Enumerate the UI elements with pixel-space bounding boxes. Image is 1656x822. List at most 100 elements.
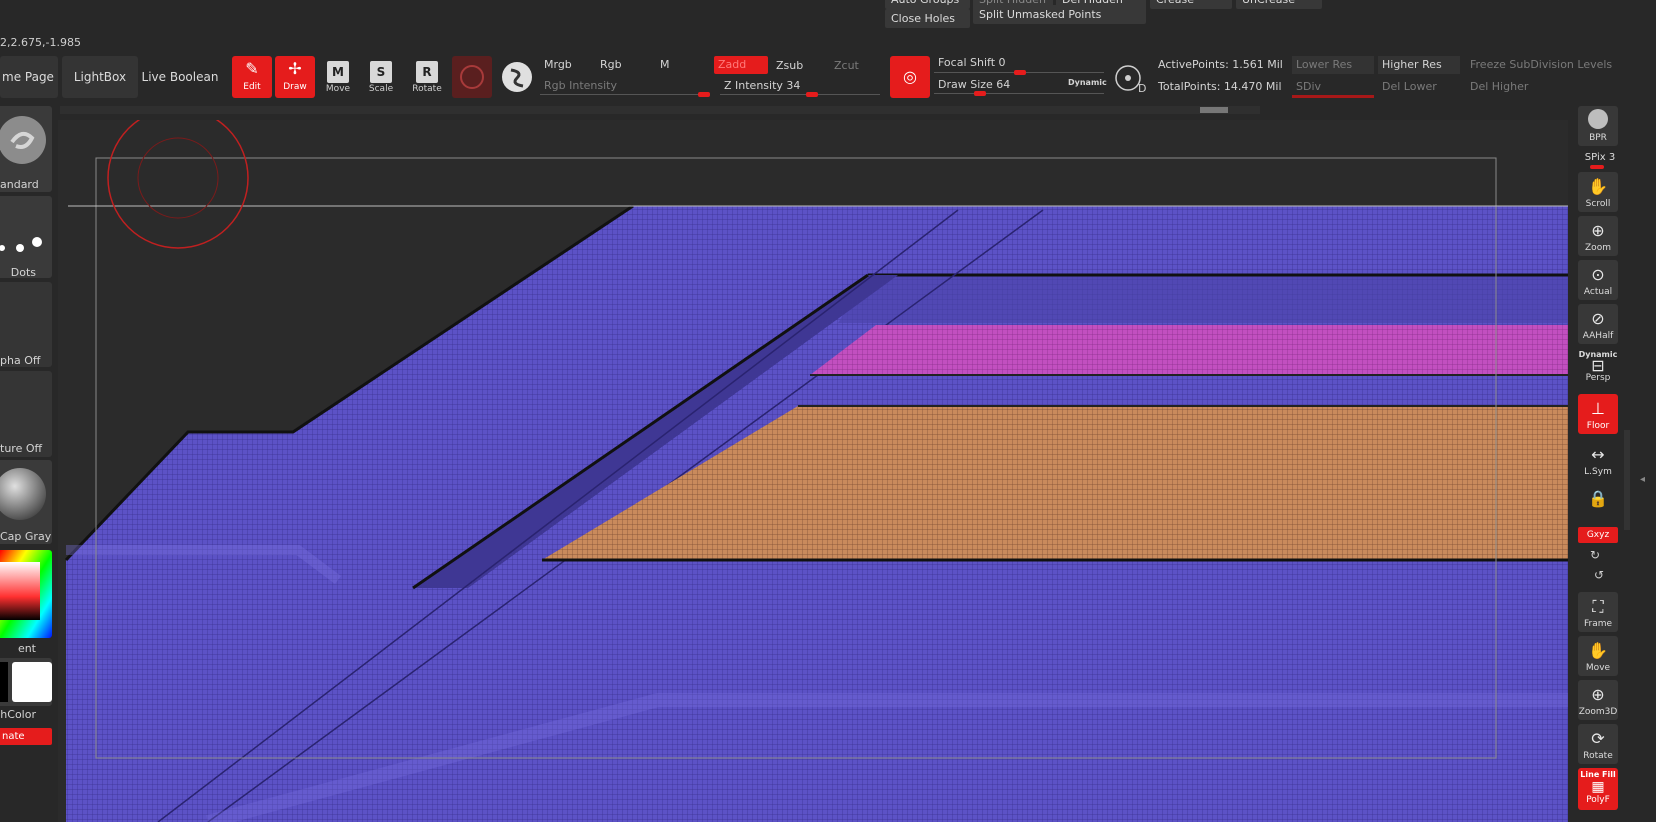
- draw-size-knob[interactable]: [974, 91, 986, 96]
- persp-icon: ⊟: [1591, 356, 1605, 375]
- scale-icon: S: [370, 61, 392, 83]
- z-intensity-track: [720, 94, 880, 95]
- zoom-button[interactable]: ⊕ Zoom: [1578, 216, 1618, 256]
- mrgb-toggle[interactable]: Mrgb: [540, 56, 596, 74]
- zsub-toggle[interactable]: Zsub: [772, 57, 828, 75]
- lightbox-button[interactable]: LightBox: [62, 56, 138, 98]
- freeze-subdiv-button[interactable]: Freeze SubDivision Levels: [1466, 56, 1616, 74]
- brush-preview-button[interactable]: [452, 56, 492, 98]
- zoom3d-button[interactable]: ⊕ Zoom3D: [1578, 680, 1618, 720]
- sphere-swirl-icon: [502, 62, 532, 92]
- sdiv-slider[interactable]: SDiv: [1292, 78, 1374, 96]
- move-button[interactable]: M Move: [318, 56, 358, 98]
- color-swatches[interactable]: [0, 658, 52, 706]
- persp-label: Persp: [1585, 373, 1611, 383]
- actual-button[interactable]: ⊙ Actual: [1578, 260, 1618, 300]
- zoom3d-label: Zoom3D: [1578, 707, 1618, 717]
- dynamic-toggle[interactable]: Dynamic: [1064, 74, 1107, 92]
- focal-shift-knob[interactable]: [1014, 70, 1026, 75]
- coordinates-readout: 2,2.675,-1.985: [0, 36, 81, 49]
- top-scrollbar[interactable]: [60, 106, 1260, 114]
- aahalf-button[interactable]: ⊘ AAHalf: [1578, 304, 1618, 344]
- line-fill-button[interactable]: Line Fill ▦ PolyF: [1578, 768, 1618, 810]
- z-intensity-slider[interactable]: Z Intensity 34: [720, 77, 870, 95]
- edit-button[interactable]: ✎ Edit: [232, 56, 272, 98]
- color-gradient-icon: [0, 550, 52, 638]
- move-hand-icon: ✋: [1588, 641, 1608, 660]
- z-intensity-knob[interactable]: [806, 92, 818, 97]
- scroll-button[interactable]: ✋ Scroll: [1578, 172, 1618, 212]
- m-toggle[interactable]: M: [656, 56, 712, 74]
- right-scroll-handle[interactable]: [1624, 430, 1630, 530]
- primary-color-swatch[interactable]: [0, 662, 8, 702]
- aahalf-label: AAHalf: [1582, 331, 1614, 341]
- auto-groups-button[interactable]: Auto Groups: [885, 0, 970, 9]
- move-view-button[interactable]: ✋ Move: [1578, 636, 1618, 676]
- lsym-button[interactable]: ↔ L.Sym: [1578, 440, 1618, 480]
- alpha-off-label: pha Off: [0, 354, 41, 367]
- line-fill-label: Line Fill: [1580, 770, 1616, 779]
- uncrease-button[interactable]: UnCrease: [1236, 0, 1322, 9]
- rotate-button[interactable]: R Rotate: [407, 56, 447, 98]
- live-boolean-button[interactable]: Live Boolean: [140, 56, 220, 98]
- zoom-label: Zoom: [1585, 243, 1611, 253]
- zoom3d-icon: ⊕: [1591, 685, 1605, 704]
- top-scrollbar-thumb[interactable]: [1200, 107, 1228, 113]
- draw-button[interactable]: ✢ Draw: [275, 56, 315, 98]
- rgb-intensity-knob[interactable]: [698, 92, 710, 97]
- move-icon: M: [327, 61, 349, 83]
- xyz-button[interactable]: Gxyz: [1578, 527, 1618, 543]
- rotate-view-icon: ⟳: [1591, 729, 1605, 748]
- del-lower-button[interactable]: Del Lower: [1378, 78, 1460, 96]
- scale-label: Scale: [368, 84, 394, 94]
- higher-res-button[interactable]: Higher Res: [1378, 56, 1460, 74]
- lock-button[interactable]: 🔒: [1578, 484, 1618, 520]
- mesh-viewport: [64, 120, 1568, 822]
- actual-label: Actual: [1583, 287, 1613, 297]
- rgb-intensity-slider[interactable]: Rgb Intensity: [540, 77, 710, 95]
- sculpt-mode-icon: ◎: [903, 67, 917, 86]
- lsym-icon: ↔: [1591, 445, 1605, 464]
- persp-button[interactable]: Dynamic ⊟ Persp: [1578, 348, 1618, 388]
- bpr-button[interactable]: BPR: [1578, 106, 1618, 146]
- rotate-view-label: Rotate: [1583, 751, 1613, 761]
- floor-button[interactable]: ⊥ Floor: [1578, 394, 1618, 434]
- lower-res-button[interactable]: Lower Res: [1292, 56, 1374, 74]
- hand-scroll-icon: ✋: [1588, 177, 1608, 196]
- viewport-canvas[interactable]: [58, 120, 1568, 822]
- del-higher-button[interactable]: Del Higher: [1466, 78, 1548, 96]
- material-sphere-button[interactable]: [497, 56, 537, 98]
- scale-button[interactable]: S Scale: [361, 56, 401, 98]
- rgb-intensity-track: [540, 94, 710, 95]
- draw-icon: ✢: [288, 59, 302, 78]
- focal-shift-slider[interactable]: Focal Shift 0: [934, 54, 1054, 72]
- crease-button[interactable]: Crease: [1150, 0, 1232, 9]
- alternate-button[interactable]: nate: [0, 728, 52, 745]
- frame-button[interactable]: ⛶ Frame: [1578, 592, 1618, 632]
- right-collapse-arrow[interactable]: ◂: [1640, 474, 1645, 485]
- dynamic-lightbox-button[interactable]: D: [1112, 60, 1150, 98]
- close-holes-button[interactable]: Close Holes: [885, 9, 970, 28]
- rotate-z-icon[interactable]: ↺: [1594, 568, 1604, 582]
- rotate-y-icon[interactable]: ↻: [1590, 548, 1600, 562]
- split-unmasked-button[interactable]: Split Unmasked Points: [973, 5, 1146, 24]
- sculpt-mode-button[interactable]: ◎: [890, 56, 930, 98]
- home-page-button[interactable]: me Page: [0, 56, 58, 98]
- texture-off-label: ture Off: [0, 442, 43, 455]
- rotate-icon: R: [416, 61, 438, 83]
- rotate-view-button[interactable]: ⟳ Rotate: [1578, 724, 1618, 764]
- draw-size-slider[interactable]: Draw Size 64: [934, 76, 1044, 94]
- aahalf-icon: ⊘: [1591, 309, 1605, 328]
- zadd-toggle[interactable]: Zadd: [714, 56, 768, 74]
- spix-slider[interactable]: SPix 3: [1580, 152, 1620, 163]
- color-picker[interactable]: [0, 550, 52, 638]
- mesh-band-upper: [838, 275, 1568, 323]
- rgb-toggle[interactable]: Rgb: [596, 56, 652, 74]
- actual-icon: ⊙: [1591, 265, 1605, 284]
- secondary-color-swatch[interactable]: [12, 662, 52, 702]
- active-points-readout: ActivePoints: 1.561 Mil: [1158, 58, 1283, 71]
- zoom-icon: ⊕: [1591, 221, 1605, 240]
- floor-icon: ⊥: [1591, 399, 1605, 418]
- zcut-toggle[interactable]: Zcut: [830, 57, 870, 75]
- spix-knob[interactable]: [1590, 165, 1604, 169]
